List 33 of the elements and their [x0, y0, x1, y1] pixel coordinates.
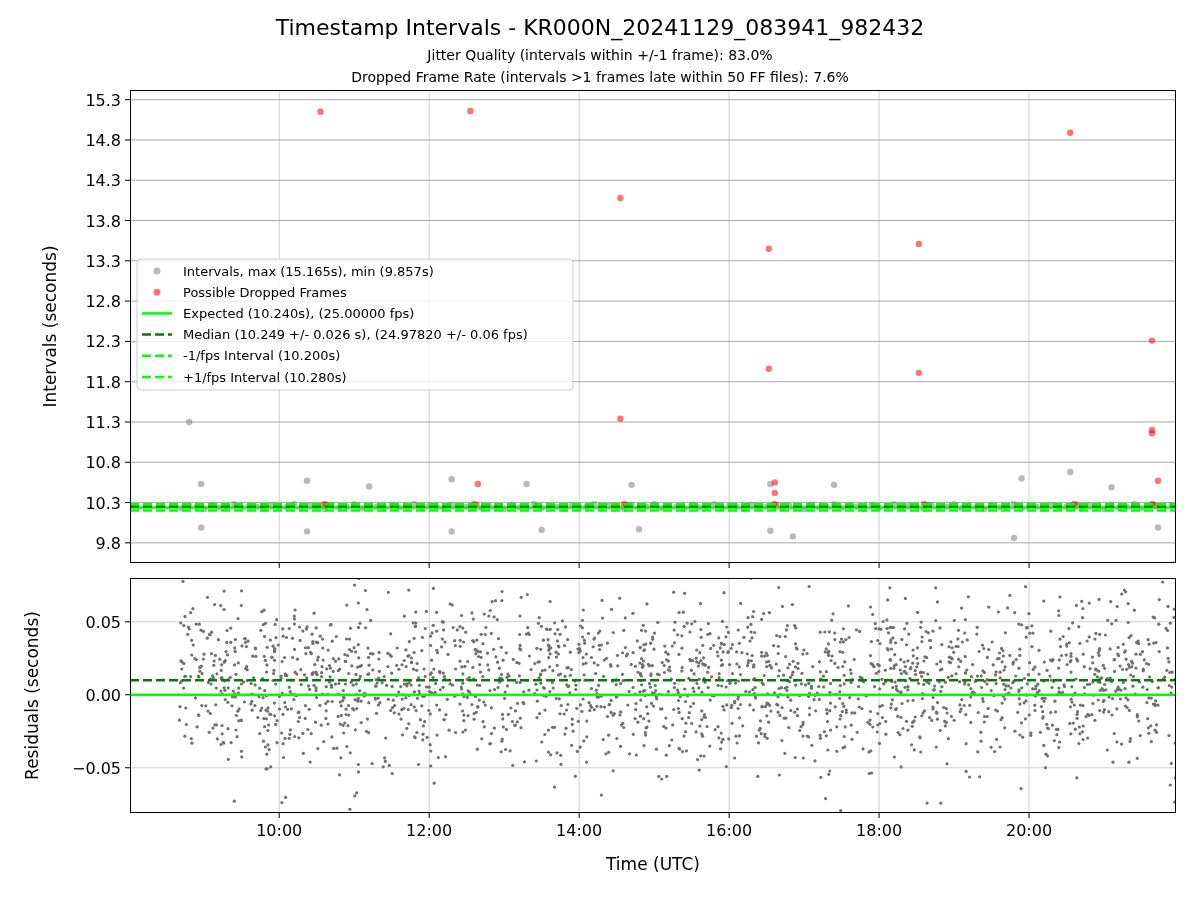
- tick-label: 14.8: [85, 130, 121, 150]
- legend-label: Possible Dropped Frames: [183, 284, 347, 300]
- tick-label: 10.3: [85, 493, 121, 513]
- tick-label: 15.3: [85, 90, 121, 110]
- tick-label: 13.3: [85, 251, 121, 271]
- tick-label: 10:00: [256, 821, 303, 840]
- legend-label: +1/fps Interval (10.280s): [183, 369, 347, 385]
- axis-label: Time (UTC): [606, 854, 700, 874]
- legend-label: Median (10.249 +/- 0.026 s), (24.97820 +/- 0.06 fps): [183, 327, 528, 343]
- tick-label: 16:00: [706, 821, 753, 840]
- tick-label: −0.05: [71, 758, 121, 778]
- legend-label: -1/fps Interval (10.200s): [183, 348, 341, 364]
- tick-label: 9.8: [95, 533, 121, 553]
- tick-label: 18:00: [856, 821, 903, 840]
- chart-subtitle: Dropped Frame Rate (intervals >1 frames late within 50 FF files): 7.6%: [351, 68, 849, 87]
- axis-label: Intervals (seconds): [40, 245, 60, 408]
- tick-label: 11.8: [85, 372, 121, 392]
- tick-label: 12:00: [406, 821, 453, 840]
- tick-label: 14:00: [556, 821, 603, 840]
- tick-label: 11.3: [85, 413, 121, 432]
- chart-title: Timestamp Intervals - KR000N_20241129_083941_982432: [275, 14, 925, 42]
- legend-label: Intervals, max (15.165s), min (9.857s): [183, 263, 434, 279]
- tick-label: 12.8: [85, 292, 121, 312]
- tick-label: 12.3: [85, 332, 121, 352]
- chart-subtitle: Jitter Quality (intervals within +/-1 frame): 83.0%: [427, 46, 773, 65]
- tick-label: 0.00: [85, 685, 121, 705]
- tick-label: 20:00: [1006, 821, 1053, 840]
- legend-label: Expected (10.240s), (25.00000 fps): [183, 305, 415, 321]
- axis-label: Residuals (seconds): [22, 611, 42, 780]
- tick-label: 10.8: [85, 453, 121, 473]
- tick-label: 13.8: [85, 211, 121, 231]
- tick-label: 0.05: [85, 612, 121, 632]
- tick-label: 14.3: [85, 171, 121, 191]
